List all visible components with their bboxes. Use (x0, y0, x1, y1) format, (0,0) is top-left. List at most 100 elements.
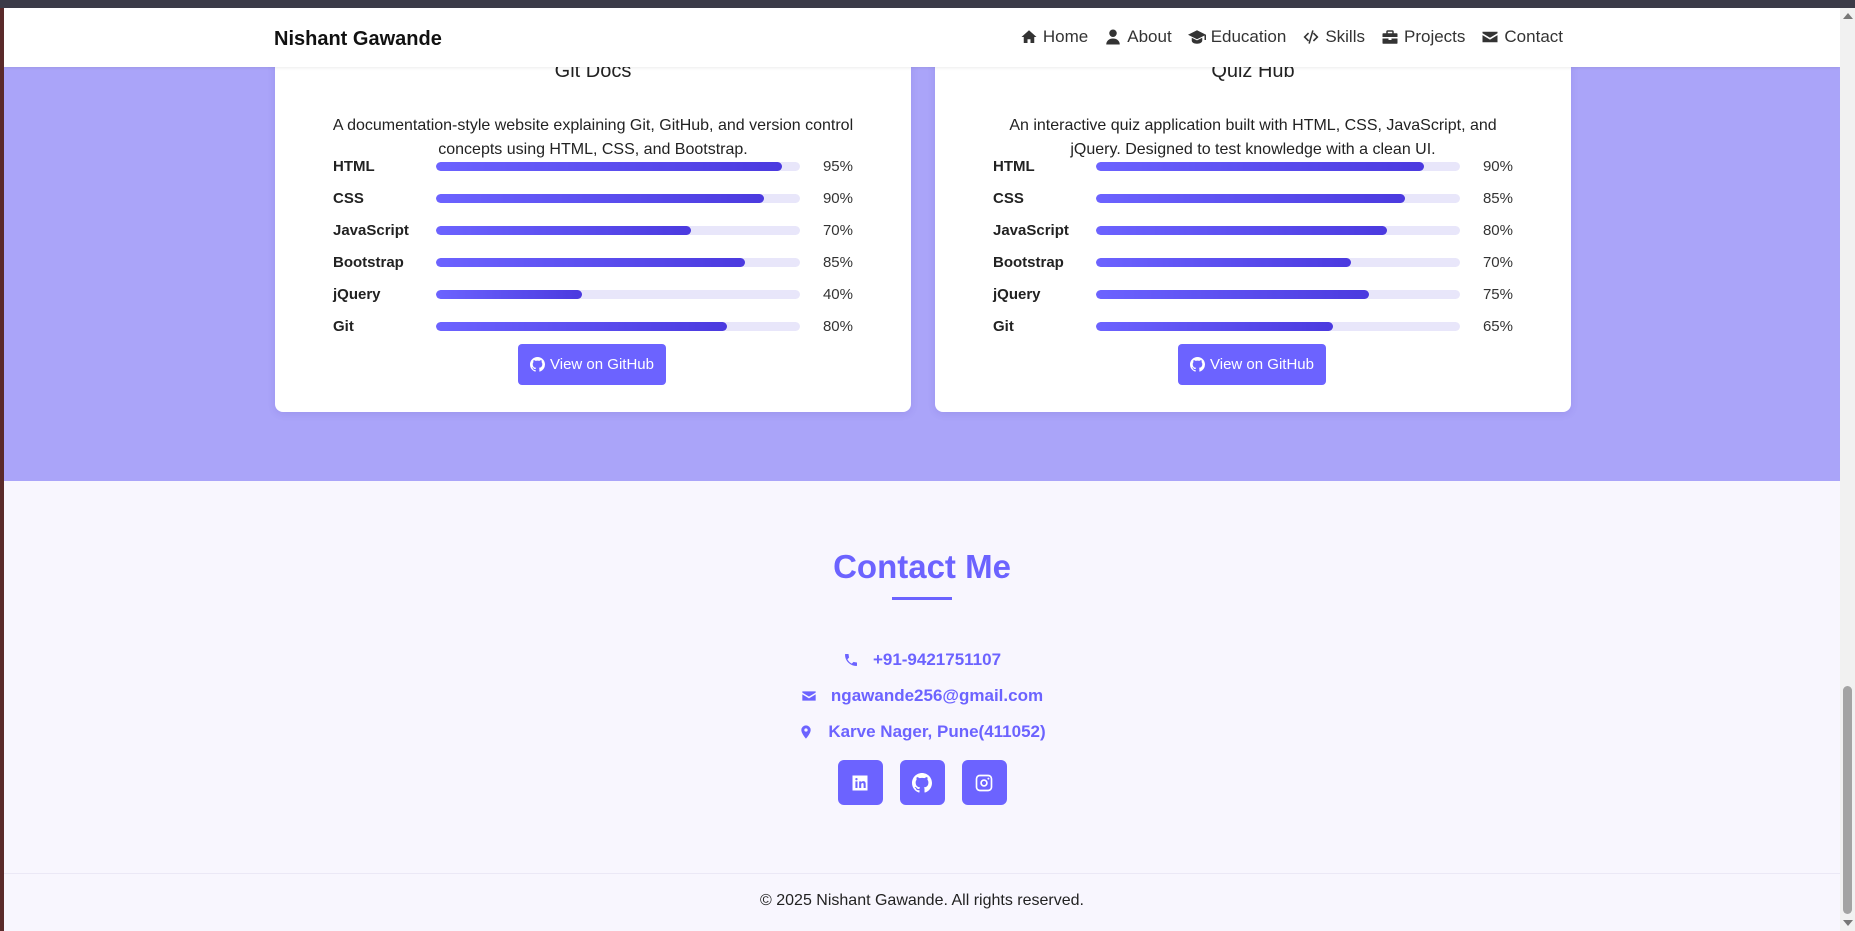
skill-percent: 70% (822, 221, 853, 239)
skill-bar (436, 161, 800, 171)
skill-bar (1096, 225, 1460, 235)
skill-bar (436, 289, 800, 299)
skill-percent: 95% (822, 157, 853, 175)
skill-bar (1096, 257, 1460, 267)
view-on-github-button[interactable]: View on GitHub (518, 344, 666, 385)
skill-percent: 85% (822, 253, 853, 271)
skill-bar-fill (1096, 257, 1351, 267)
brand-name[interactable]: Nishant Gawande (274, 28, 442, 51)
instagram-icon (975, 774, 993, 791)
envelope-icon (1482, 31, 1498, 43)
skill-bar (1096, 193, 1460, 203)
page-viewport: Git Docs A documentation-style website e… (4, 8, 1840, 931)
contact-phone[interactable]: +91-9421751107 (4, 650, 1840, 670)
skill-list: HTML 90% CSS 85% JavaScript 80% Bootstra… (993, 150, 1513, 342)
skill-list: HTML 95% CSS 90% JavaScript 70% Bootstra… (333, 150, 853, 342)
title-underline (892, 597, 952, 600)
skill-bar (436, 257, 800, 267)
envelope-icon (802, 691, 816, 701)
instagram-button[interactable] (961, 760, 1007, 805)
skill-bar-fill (1096, 321, 1333, 331)
map-pin-icon (801, 725, 811, 739)
skill-bar-fill (1096, 289, 1369, 299)
nav-link-skills[interactable]: Skills (1302, 27, 1365, 47)
nav-link-label: Education (1210, 27, 1287, 46)
skill-row: HTML 90% (993, 150, 1513, 182)
skill-bar-fill (436, 193, 764, 203)
skill-name: CSS (993, 189, 1024, 207)
skill-percent: 90% (822, 189, 853, 207)
skill-bar (1096, 289, 1460, 299)
skill-name: Git (993, 317, 1014, 335)
nav-link-label: Projects (1403, 27, 1466, 46)
github-icon (912, 772, 932, 793)
nav-link-education[interactable]: Education (1187, 27, 1287, 47)
nav-link-about[interactable]: About (1104, 27, 1172, 47)
github-button[interactable] (899, 760, 945, 805)
nav-link-projects[interactable]: Projects (1381, 27, 1465, 47)
skill-percent: 75% (1482, 285, 1513, 303)
skill-row: Git 65% (993, 310, 1513, 342)
skill-bar-fill (436, 161, 782, 171)
skill-name: JavaScript (333, 221, 409, 239)
skill-row: CSS 90% (333, 182, 853, 214)
contact-title: Contact Me (833, 548, 1011, 585)
skill-bar-fill (1096, 193, 1406, 203)
page-scrollbar[interactable] (1840, 8, 1855, 931)
skill-percent: 70% (1482, 253, 1513, 271)
skill-row: JavaScript 80% (993, 214, 1513, 246)
button-label: View on GitHub (1210, 356, 1314, 373)
project-card-git-docs: Git Docs A documentation-style website e… (275, 38, 911, 412)
nav-link-label: Skills (1325, 27, 1365, 46)
project-card-quiz-hub: Quiz Hub An interactive quiz application… (935, 38, 1571, 412)
button-label: View on GitHub (550, 356, 654, 373)
github-icon (530, 357, 546, 372)
contact-email[interactable]: ngawande256@gmail.com (4, 686, 1840, 706)
nav-link-contact[interactable]: Contact (1481, 27, 1563, 47)
scroll-up-arrow-icon[interactable] (1843, 13, 1853, 19)
scroll-down-arrow-icon[interactable] (1843, 920, 1853, 926)
skill-percent: 80% (822, 317, 853, 335)
skill-name: Bootstrap (993, 253, 1064, 271)
skill-percent: 90% (1482, 157, 1513, 175)
footer-copyright: © 2025 Nishant Gawande. All rights reser… (760, 892, 1084, 909)
view-on-github-button[interactable]: View on GitHub (1178, 344, 1326, 385)
linkedin-icon (852, 775, 868, 790)
skill-bar (1096, 161, 1460, 171)
user-icon (1106, 29, 1120, 45)
nav-link-home[interactable]: Home (1020, 27, 1088, 47)
skill-bar (436, 193, 800, 203)
skill-row: HTML 95% (333, 150, 853, 182)
nav-link-label: About (1127, 27, 1172, 46)
scrollbar-thumb[interactable] (1843, 686, 1852, 914)
skill-row: Git 80% (333, 310, 853, 342)
skill-bar-fill (436, 289, 582, 299)
nav-link-label: Home (1042, 27, 1089, 46)
skill-name: HTML (333, 157, 375, 175)
projects-section: Git Docs A documentation-style website e… (4, 8, 1840, 481)
address-text: Karve Nager, Pune(411052) (828, 722, 1046, 741)
github-icon (1190, 357, 1206, 372)
phone-icon (844, 654, 857, 666)
skill-row: jQuery 40% (333, 278, 853, 310)
phone-number: +91-9421751107 (872, 650, 1002, 669)
nav-links: Home About Education Skills Projects Con… (1020, 27, 1563, 47)
skill-bar (1096, 321, 1460, 331)
code-icon (1303, 30, 1319, 44)
skill-row: CSS 85% (993, 182, 1513, 214)
skill-name: Bootstrap (333, 253, 404, 271)
skill-row: Bootstrap 70% (993, 246, 1513, 278)
navbar: Nishant Gawande Home About Education Ski… (4, 8, 1840, 67)
skill-bar-fill (436, 321, 728, 331)
skill-name: HTML (993, 157, 1035, 175)
footer-divider (4, 873, 1840, 874)
linkedin-button[interactable] (837, 760, 883, 805)
skill-name: CSS (333, 189, 364, 207)
skill-name: jQuery (333, 285, 381, 303)
skill-percent: 40% (822, 285, 853, 303)
skill-percent: 65% (1482, 317, 1513, 335)
skill-bar-fill (1096, 161, 1424, 171)
nav-link-label: Contact (1504, 27, 1563, 46)
skill-bar-fill (436, 225, 691, 235)
skill-name: jQuery (993, 285, 1041, 303)
